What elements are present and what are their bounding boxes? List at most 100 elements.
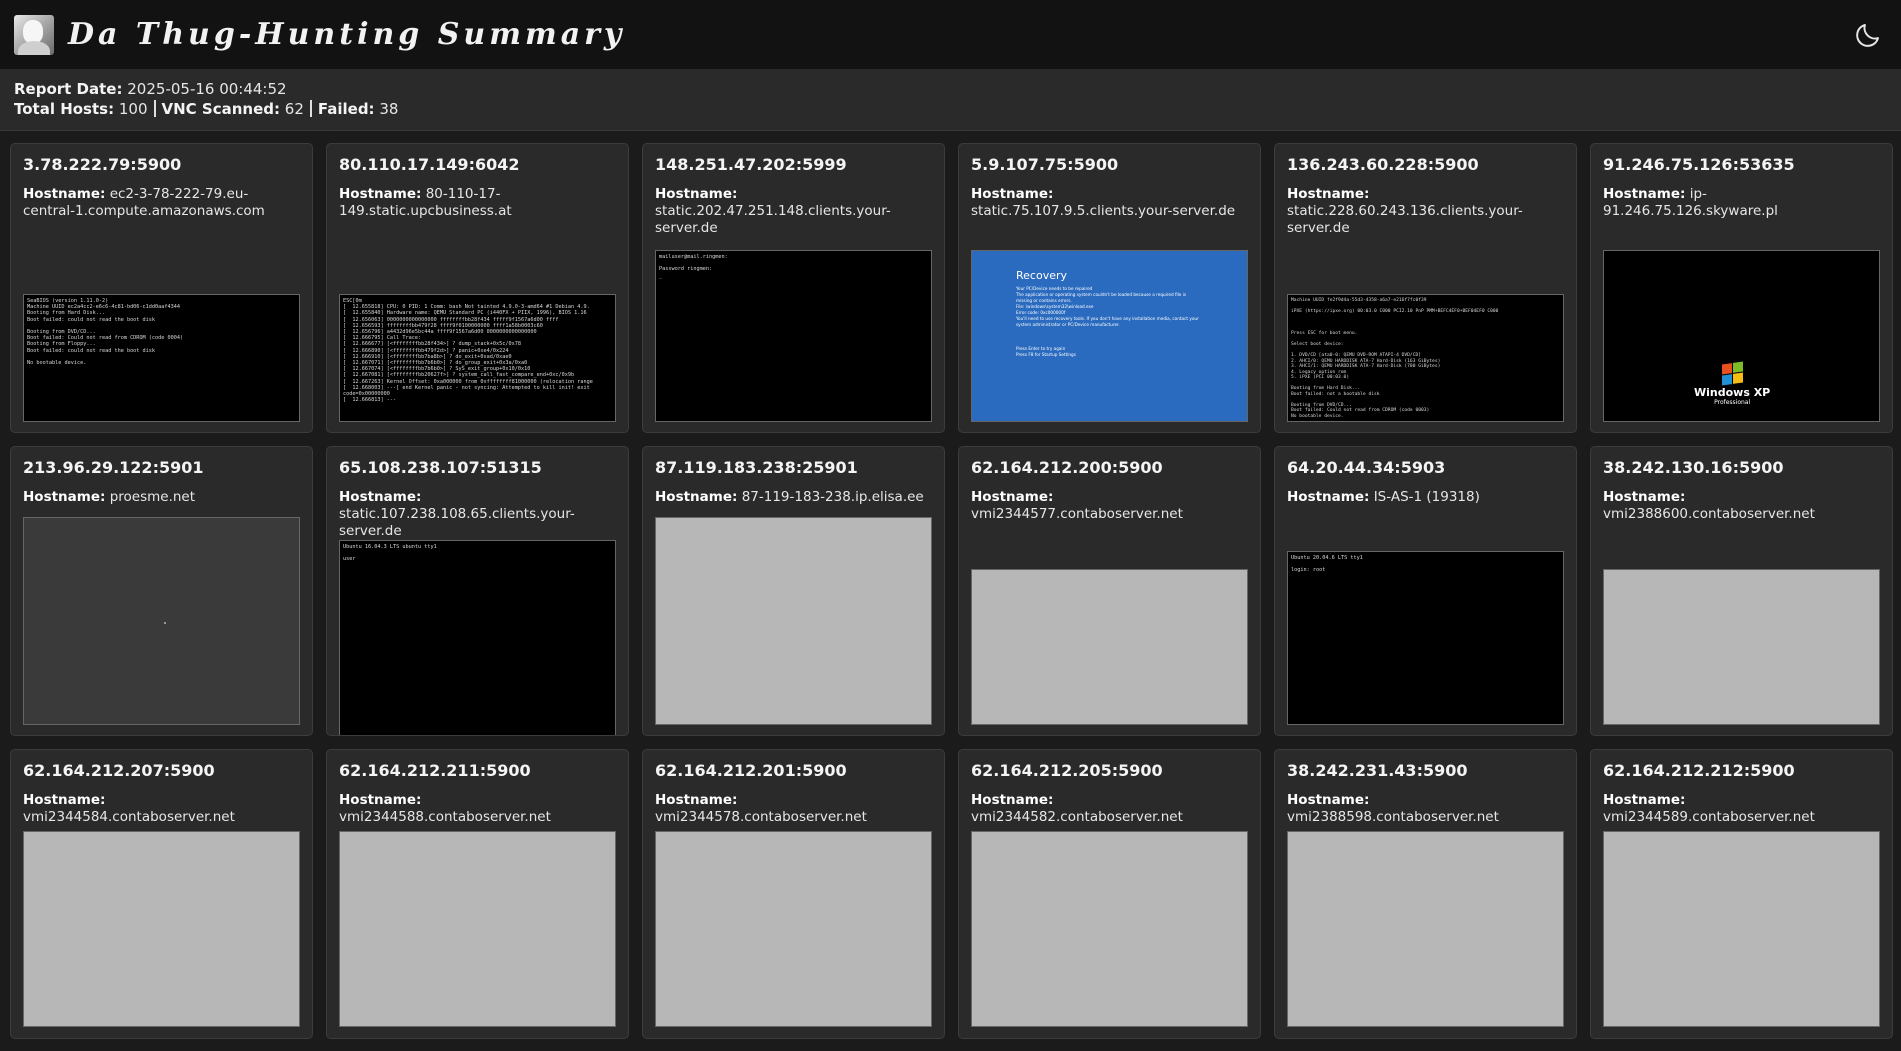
vnc-screenshot[interactable]: SeaBIOS (version 1.11.0-2) Machine UUID … (23, 294, 300, 422)
vnc-screenshot[interactable] (23, 831, 300, 1027)
hostname-label: Hostname: (971, 489, 1054, 505)
host-card[interactable]: 38.242.130.16:5900 Hostname: vmi2388600.… (1590, 446, 1893, 736)
divider (153, 100, 156, 117)
hostname-value: IS-AS-1 (19318) (1373, 489, 1480, 505)
hostname-label: Hostname: (1603, 186, 1686, 202)
avatar (14, 14, 54, 55)
report-date-row: Report Date: 2025-05-16 00:44:52 (14, 79, 1887, 99)
host-card[interactable]: 65.108.238.107:51315 Hostname: static.10… (326, 446, 629, 736)
total-hosts-label: Total Hosts: (14, 100, 115, 118)
host-address: 65.108.238.107:51315 (339, 458, 542, 477)
host-card[interactable]: 62.164.212.211:5900 Hostname: vmi2344588… (326, 749, 629, 1039)
hostname-label: Hostname: (339, 186, 422, 202)
hostname-value: vmi2344582.contaboserver.net (971, 809, 1183, 825)
host-card[interactable]: 213.96.29.122:5901 Hostname: proesme.net (10, 446, 313, 736)
host-card[interactable]: 38.242.231.43:5900 Hostname: vmi2388598.… (1274, 749, 1577, 1039)
hostname-value: vmi2344588.contaboserver.net (339, 809, 551, 825)
host-card[interactable]: 148.251.47.202:5999 Hostname: static.202… (642, 143, 945, 433)
host-grid: 3.78.222.79:5900 Hostname: ec2-3-78-222-… (0, 131, 1901, 1051)
windows-flag-icon (1721, 361, 1743, 386)
vnc-screenshot[interactable]: Windows XP Professional (1603, 250, 1880, 422)
vnc-screenshot[interactable] (339, 831, 616, 1027)
vnc-screenshot[interactable] (971, 569, 1248, 725)
hostname-line: Hostname: vmi2344577.contaboserver.net (971, 489, 1248, 523)
host-card[interactable]: 64.20.44.34:5903 Hostname: IS-AS-1 (1931… (1274, 446, 1577, 736)
vnc-screenshot[interactable]: mailuser@mail.ringmen: Password ringmen:… (655, 250, 932, 422)
screen-text: Your PC/Device needs to be repaired The … (1016, 286, 1199, 357)
screen-text: ESC[0m [ 12.655818] CPU: 0 PID: 1 Comm: … (343, 298, 593, 404)
failed-label: Failed: (317, 100, 375, 118)
hostname-label: Hostname: (339, 792, 422, 808)
host-card[interactable]: 136.243.60.228:5900 Hostname: static.228… (1274, 143, 1577, 433)
host-card[interactable]: 62.164.212.212:5900 Hostname: vmi2344589… (1590, 749, 1893, 1039)
screen-text: Machine UUID fe2f9d4a-55d3-4358-a6a7-e21… (1291, 298, 1499, 419)
host-card[interactable]: 62.164.212.200:5900 Hostname: vmi2344577… (958, 446, 1261, 736)
cursor-icon (164, 622, 166, 624)
hostname-label: Hostname: (23, 489, 106, 505)
host-address: 136.243.60.228:5900 (1287, 155, 1479, 174)
hostname-line: Hostname: ec2-3-78-222-79.eu-central-1.c… (23, 186, 300, 220)
hostname-line: Hostname: static.75.107.9.5.clients.your… (971, 186, 1248, 220)
hostname-label: Hostname: (1287, 792, 1370, 808)
host-card[interactable]: 5.9.107.75:5900 Hostname: static.75.107.… (958, 143, 1261, 433)
windows-edition-text: Professional (1714, 399, 1751, 406)
host-address: 38.242.130.16:5900 (1603, 458, 1784, 477)
vnc-screenshot[interactable]: Machine UUID fe2f9d4a-55d3-4358-a6a7-e21… (1287, 294, 1564, 422)
hostname-label: Hostname: (339, 489, 422, 505)
vnc-screenshot[interactable]: Ubuntu 16.04.3 LTS ubuntu tty1 user (339, 540, 616, 735)
host-address: 62.164.212.205:5900 (971, 761, 1163, 780)
vnc-screenshot[interactable] (655, 831, 932, 1027)
host-card[interactable]: 62.164.212.205:5900 Hostname: vmi2344582… (958, 749, 1261, 1039)
hostname-line: Hostname: proesme.net (23, 489, 300, 506)
host-address: 91.246.75.126:53635 (1603, 155, 1795, 174)
host-card[interactable]: 3.78.222.79:5900 Hostname: ec2-3-78-222-… (10, 143, 313, 433)
hostname-line: Hostname: 80-110-17-149.static.upcbusine… (339, 186, 616, 220)
hostname-label: Hostname: (1287, 186, 1370, 202)
host-address: 62.164.212.211:5900 (339, 761, 531, 780)
report-date-label: Report Date: (14, 80, 123, 98)
hostname-value: vmi2388598.contaboserver.net (1287, 809, 1499, 825)
host-card[interactable]: 62.164.212.207:5900 Hostname: vmi2344584… (10, 749, 313, 1039)
vnc-screenshot[interactable] (655, 517, 932, 725)
host-address: 148.251.47.202:5999 (655, 155, 847, 174)
host-card[interactable]: 62.164.212.201:5900 Hostname: vmi2344578… (642, 749, 945, 1039)
hostname-line: Hostname: vmi2344582.contaboserver.net (971, 792, 1248, 826)
host-address: 62.164.212.200:5900 (971, 458, 1163, 477)
host-address: 3.78.222.79:5900 (23, 155, 182, 174)
hostname-line: Hostname: vmi2388600.contaboserver.net (1603, 489, 1880, 523)
hostname-label: Hostname: (971, 186, 1054, 202)
vnc-screenshot[interactable] (1603, 569, 1880, 725)
vnc-scanned-value: 62 (284, 100, 304, 118)
vnc-screenshot[interactable]: Recovery Your PC/Device needs to be repa… (971, 250, 1248, 422)
vnc-screenshot[interactable] (23, 517, 300, 725)
host-card[interactable]: 87.119.183.238:25901 Hostname: 87-119-18… (642, 446, 945, 736)
report-summary: Report Date: 2025-05-16 00:44:52 Total H… (0, 69, 1901, 131)
hostname-line: Hostname: static.107.238.108.65.clients.… (339, 489, 616, 540)
hostname-line: Hostname: 87-119-183-238.ip.elisa.ee (655, 489, 932, 506)
vnc-screenshot[interactable] (1287, 831, 1564, 1027)
screen-text: mailuser@mail.ringmen: Password ringmen:… (659, 254, 728, 279)
host-address: 5.9.107.75:5900 (971, 155, 1119, 174)
vnc-screenshot[interactable]: ESC[0m [ 12.655818] CPU: 0 PID: 1 Comm: … (339, 294, 616, 422)
hostname-label: Hostname: (1603, 792, 1686, 808)
hostname-label: Hostname: (1287, 489, 1370, 505)
failed-value: 38 (379, 100, 399, 118)
hostname-line: Hostname: ip-91.246.75.126.skyware.pl (1603, 186, 1880, 220)
host-card[interactable]: 80.110.17.149:6042 Hostname: 80-110-17-1… (326, 143, 629, 433)
hostname-value: static.107.238.108.65.clients.your-serve… (339, 506, 575, 539)
hostname-value: static.228.60.243.136.clients.your-serve… (1287, 203, 1523, 236)
host-address: 38.242.231.43:5900 (1287, 761, 1468, 780)
vnc-screenshot[interactable] (1603, 831, 1880, 1027)
screen-text: SeaBIOS (version 1.11.0-2) Machine UUID … (27, 298, 184, 367)
moon-icon[interactable] (1853, 20, 1883, 50)
divider (309, 100, 312, 117)
host-address: 87.119.183.238:25901 (655, 458, 858, 477)
vnc-screenshot[interactable] (971, 831, 1248, 1027)
hostname-line: Hostname: vmi2344578.contaboserver.net (655, 792, 932, 826)
vnc-screenshot[interactable]: Ubuntu 20.04.6 LTS tty1 login: root (1287, 551, 1564, 725)
total-hosts-value: 100 (118, 100, 148, 118)
hostname-value: static.75.107.9.5.clients.your-server.de (971, 203, 1236, 219)
host-card[interactable]: 91.246.75.126:53635 Hostname: ip-91.246.… (1590, 143, 1893, 433)
hostname-label: Hostname: (971, 792, 1054, 808)
hostname-label: Hostname: (655, 186, 738, 202)
